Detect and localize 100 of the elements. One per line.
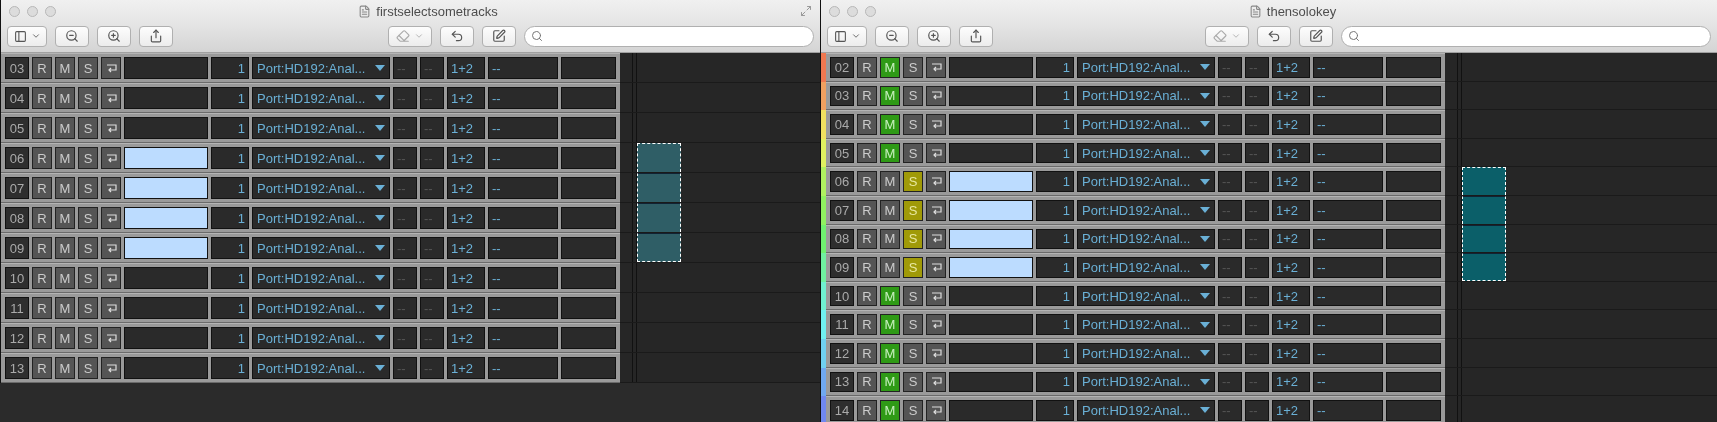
track-name-field[interactable] xyxy=(949,400,1033,421)
monitor-button[interactable] xyxy=(101,327,121,349)
solo-button[interactable]: S xyxy=(903,57,923,78)
port-dropdown[interactable]: Port:HD192:Anal... xyxy=(1077,142,1215,164)
monitor-button[interactable] xyxy=(101,87,121,109)
track-name-field[interactable] xyxy=(949,85,1033,107)
track-name-field[interactable] xyxy=(124,207,208,229)
solo-button[interactable]: S xyxy=(903,400,923,421)
track-name-field[interactable] xyxy=(949,114,1033,135)
track-name-field[interactable] xyxy=(124,297,208,319)
record-button[interactable]: R xyxy=(32,297,52,319)
mute-button[interactable]: M xyxy=(55,237,75,259)
monitor-button[interactable] xyxy=(926,171,946,192)
port-dropdown[interactable]: Port:HD192:Anal... xyxy=(1077,314,1215,335)
track-name-field[interactable] xyxy=(949,57,1033,78)
track-name-field[interactable] xyxy=(949,228,1033,250)
monitor-button[interactable] xyxy=(926,371,946,393)
share-button[interactable] xyxy=(139,25,173,47)
zoom-in-button[interactable] xyxy=(917,25,951,47)
selection-region[interactable] xyxy=(637,233,681,262)
monitor-button[interactable] xyxy=(101,237,121,259)
edit-button[interactable] xyxy=(482,25,516,47)
monitor-button[interactable] xyxy=(926,285,946,307)
port-dropdown[interactable]: Port:HD192:Anal... xyxy=(1077,228,1215,250)
mute-button[interactable]: M xyxy=(880,57,900,78)
record-button[interactable]: R xyxy=(857,142,877,164)
solo-button[interactable]: S xyxy=(903,114,923,135)
solo-button[interactable]: S xyxy=(78,207,98,229)
zoom-out-button[interactable] xyxy=(875,25,909,47)
mute-button[interactable]: M xyxy=(55,297,75,319)
solo-button[interactable]: S xyxy=(78,177,98,199)
solo-button[interactable]: S xyxy=(78,147,98,169)
track-name-field[interactable] xyxy=(124,177,208,199)
mute-button[interactable]: M xyxy=(55,117,75,139)
record-button[interactable]: R xyxy=(857,285,877,307)
mute-button[interactable]: M xyxy=(55,327,75,349)
record-button[interactable]: R xyxy=(857,114,877,135)
record-button[interactable]: R xyxy=(857,314,877,335)
mute-button[interactable]: M xyxy=(55,177,75,199)
solo-button[interactable]: S xyxy=(903,371,923,393)
port-dropdown[interactable]: Port:HD192:Anal... xyxy=(252,237,390,259)
port-dropdown[interactable]: Port:HD192:Anal... xyxy=(252,357,390,379)
record-button[interactable]: R xyxy=(32,237,52,259)
monitor-button[interactable] xyxy=(101,207,121,229)
monitor-button[interactable] xyxy=(926,142,946,164)
record-button[interactable]: R xyxy=(32,57,52,79)
monitor-button[interactable] xyxy=(926,400,946,421)
solo-button[interactable]: S xyxy=(903,285,923,307)
mute-button[interactable]: M xyxy=(880,142,900,164)
track-name-field[interactable] xyxy=(949,285,1033,307)
record-button[interactable]: R xyxy=(32,357,52,379)
port-dropdown[interactable]: Port:HD192:Anal... xyxy=(252,117,390,139)
track-name-field[interactable] xyxy=(124,57,208,79)
mute-button[interactable]: M xyxy=(55,57,75,79)
record-button[interactable]: R xyxy=(32,327,52,349)
track-name-field[interactable] xyxy=(949,342,1033,364)
mute-button[interactable]: M xyxy=(880,342,900,364)
port-dropdown[interactable]: Port:HD192:Anal... xyxy=(1077,400,1215,421)
monitor-button[interactable] xyxy=(926,228,946,250)
zoom-out-button[interactable] xyxy=(55,25,89,47)
port-dropdown[interactable]: Port:HD192:Anal... xyxy=(252,327,390,349)
record-button[interactable]: R xyxy=(857,400,877,421)
selection-region[interactable] xyxy=(1462,195,1506,224)
monitor-button[interactable] xyxy=(926,114,946,135)
port-dropdown[interactable]: Port:HD192:Anal... xyxy=(1077,199,1215,221)
mute-button[interactable]: M xyxy=(880,114,900,135)
port-dropdown[interactable]: Port:HD192:Anal... xyxy=(1077,257,1215,278)
solo-button[interactable]: S xyxy=(78,357,98,379)
record-button[interactable]: R xyxy=(32,147,52,169)
solo-button[interactable]: S xyxy=(78,267,98,289)
mute-button[interactable]: M xyxy=(880,400,900,421)
port-dropdown[interactable]: Port:HD192:Anal... xyxy=(252,177,390,199)
port-dropdown[interactable]: Port:HD192:Anal... xyxy=(1077,85,1215,107)
record-button[interactable]: R xyxy=(857,342,877,364)
track-name-field[interactable] xyxy=(124,357,208,379)
monitor-button[interactable] xyxy=(926,314,946,335)
solo-button[interactable]: S xyxy=(903,142,923,164)
track-name-field[interactable] xyxy=(124,267,208,289)
mute-button[interactable]: M xyxy=(880,171,900,192)
track-name-field[interactable] xyxy=(949,171,1033,192)
mute-button[interactable]: M xyxy=(880,228,900,250)
monitor-button[interactable] xyxy=(101,297,121,319)
port-dropdown[interactable]: Port:HD192:Anal... xyxy=(252,267,390,289)
track-name-field[interactable] xyxy=(124,87,208,109)
mute-button[interactable]: M xyxy=(880,257,900,278)
track-name-field[interactable] xyxy=(949,199,1033,221)
undo-button[interactable] xyxy=(1257,25,1291,47)
track-name-field[interactable] xyxy=(124,117,208,139)
record-button[interactable]: R xyxy=(857,85,877,107)
track-name-field[interactable] xyxy=(949,314,1033,335)
selection-region[interactable] xyxy=(637,173,681,202)
track-name-field[interactable] xyxy=(124,147,208,169)
mute-button[interactable]: M xyxy=(880,314,900,335)
sidebar-toggle-button[interactable] xyxy=(7,25,47,47)
monitor-button[interactable] xyxy=(101,177,121,199)
share-button[interactable] xyxy=(959,25,993,47)
monitor-button[interactable] xyxy=(926,57,946,78)
record-button[interactable]: R xyxy=(857,171,877,192)
mute-button[interactable]: M xyxy=(880,371,900,393)
monitor-button[interactable] xyxy=(101,147,121,169)
